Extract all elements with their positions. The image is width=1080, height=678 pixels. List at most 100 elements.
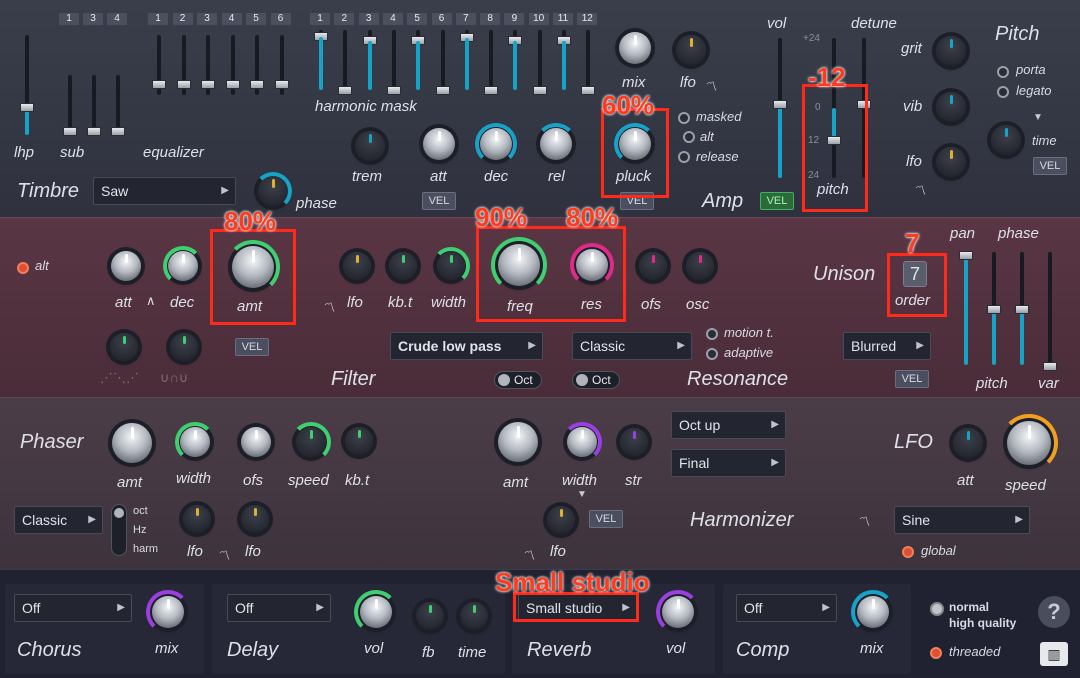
phaser-amt-knob[interactable] xyxy=(112,423,152,463)
pluck-annotation-box xyxy=(601,108,669,198)
filter-oct-toggle[interactable]: Oct xyxy=(494,371,542,389)
help-button[interactable]: ? xyxy=(1038,596,1070,628)
global-radio[interactable] xyxy=(902,546,914,558)
timbre-vel-button[interactable]: VEL xyxy=(422,192,456,210)
delay-fb-label: fb xyxy=(422,644,435,661)
harmonic-fader[interactable] xyxy=(435,86,450,95)
eq-tab-3: 3 xyxy=(197,13,217,25)
comp-dropdown[interactable]: Off ▶ xyxy=(736,594,837,622)
amp-vel-button[interactable]: VEL xyxy=(760,192,794,210)
sub-fader[interactable] xyxy=(87,127,101,136)
filter-type-dropdown[interactable]: Crude low pass ▶ xyxy=(390,332,543,360)
porta-radio[interactable] xyxy=(997,66,1009,78)
delay-fb-knob[interactable] xyxy=(416,602,444,630)
phaser-lfo-knob[interactable] xyxy=(183,505,211,533)
phaser-ofs-label: ofs xyxy=(243,472,264,489)
delay-section-title: Delay xyxy=(227,639,279,661)
delay-dropdown[interactable]: Off ▶ xyxy=(227,594,331,622)
osc-knob[interactable] xyxy=(686,252,714,280)
delay-time-knob[interactable] xyxy=(460,602,488,630)
eq-fader[interactable] xyxy=(250,80,264,89)
harm-mode2-dropdown[interactable]: Final ▶ xyxy=(671,449,786,477)
kbt-knob[interactable] xyxy=(389,252,417,280)
adaptive-radio[interactable] xyxy=(706,348,718,360)
unison-vel-button[interactable]: VEL xyxy=(895,370,929,388)
harm-width-ring xyxy=(562,422,602,462)
phaser-ofs-knob[interactable] xyxy=(241,427,271,457)
chorus-dropdown[interactable]: Off ▶ xyxy=(14,594,132,622)
lfo-shape-dropdown[interactable]: Sine ▶ xyxy=(894,506,1030,534)
pan-fader[interactable] xyxy=(959,251,973,260)
filter-alt-label: alt xyxy=(35,258,49,273)
filter-att-knob[interactable] xyxy=(111,251,141,281)
sub-fader[interactable] xyxy=(111,127,125,136)
harmonic-fader[interactable] xyxy=(581,86,596,95)
pitch-annotation: -12 xyxy=(808,62,846,92)
eq-fader[interactable] xyxy=(201,80,215,89)
eq-fader[interactable] xyxy=(176,80,191,89)
harmonic-fader[interactable] xyxy=(484,86,499,95)
phaser-kbt-knob[interactable] xyxy=(345,427,373,455)
phaser-lfo2-knob[interactable] xyxy=(241,505,269,533)
phaser-mode-dropdown[interactable]: Classic ▶ xyxy=(14,506,103,534)
delay-vol-label: vol xyxy=(364,640,384,657)
harm-amt-knob[interactable] xyxy=(498,422,538,462)
harm-vel-button[interactable]: VEL xyxy=(589,510,623,528)
harmonic-tab-8: 8 xyxy=(480,13,501,25)
alt-radio[interactable] xyxy=(683,131,695,143)
resonance-oct-toggle[interactable]: Oct xyxy=(572,371,620,389)
detune-label: detune xyxy=(851,15,897,32)
lhp-fader[interactable] xyxy=(20,103,34,112)
resonance-mode-dropdown[interactable]: Classic ▶ xyxy=(572,332,692,360)
harm-str-knob[interactable] xyxy=(620,428,648,456)
vol-fader[interactable] xyxy=(773,100,787,109)
ofs-knob[interactable] xyxy=(639,252,667,280)
att-knob[interactable] xyxy=(423,128,455,160)
trem-knob[interactable] xyxy=(355,131,385,161)
motion-radio[interactable] xyxy=(706,328,718,340)
mix-knob[interactable] xyxy=(619,32,651,64)
harmonic-fader[interactable] xyxy=(386,86,401,95)
vib-knob[interactable] xyxy=(936,92,966,122)
shape2-knob[interactable] xyxy=(170,333,198,361)
legato-radio[interactable] xyxy=(997,86,1009,98)
pitch-vel-button[interactable]: VEL xyxy=(1033,157,1067,175)
harmonic-tab-7: 7 xyxy=(455,13,476,25)
unison-pitch-fader[interactable] xyxy=(987,305,1001,314)
grit-knob[interactable] xyxy=(936,36,966,66)
keyboard-icon[interactable]: ▥ xyxy=(1040,642,1068,666)
unison-mode-dropdown[interactable]: Blurred ▶ xyxy=(843,332,931,360)
eq-fader[interactable] xyxy=(274,80,289,89)
high-quality-label: high quality xyxy=(949,616,1017,630)
shape1-knob[interactable] xyxy=(110,333,138,361)
filter-alt-radio[interactable] xyxy=(17,262,29,274)
release-radio[interactable] xyxy=(678,151,690,163)
masked-radio[interactable] xyxy=(678,112,690,124)
resonance-section-title: Resonance xyxy=(687,368,789,390)
amp-lfo-knob[interactable] xyxy=(676,35,706,65)
harmonic-fader[interactable] xyxy=(532,86,547,95)
waveform-dropdown[interactable]: Saw ▶ xyxy=(93,177,236,205)
phaser-unit-switch[interactable] xyxy=(111,504,127,556)
harm-lfo-knob[interactable] xyxy=(547,506,575,534)
var-fader[interactable] xyxy=(1043,362,1057,371)
filter-lfo-wave-icon: 〽 xyxy=(322,300,336,315)
lfo-att-knob[interactable] xyxy=(953,428,983,458)
eq-fader[interactable] xyxy=(225,80,240,89)
time-knob[interactable] xyxy=(991,125,1021,155)
quality-switch[interactable] xyxy=(930,602,944,616)
grit-label: grit xyxy=(901,40,922,57)
pitch-lfo-knob[interactable] xyxy=(936,147,966,177)
filter-lfo-knob[interactable] xyxy=(343,252,371,280)
harmonic-fader[interactable] xyxy=(338,86,353,95)
sub-fader[interactable] xyxy=(63,127,77,136)
harm-mode1-dropdown[interactable]: Oct up ▶ xyxy=(671,411,786,439)
threaded-radio[interactable] xyxy=(930,647,942,659)
harmonic-fill xyxy=(562,41,566,90)
eq-fader[interactable] xyxy=(152,80,166,89)
attack-shape-icon: ∧ xyxy=(146,293,156,308)
chevron-right-icon: ▶ xyxy=(88,514,96,525)
harm-amt-label: amt xyxy=(503,474,529,491)
filter-vel-button[interactable]: VEL xyxy=(235,338,269,356)
unison-phase-fader[interactable] xyxy=(1015,305,1029,314)
